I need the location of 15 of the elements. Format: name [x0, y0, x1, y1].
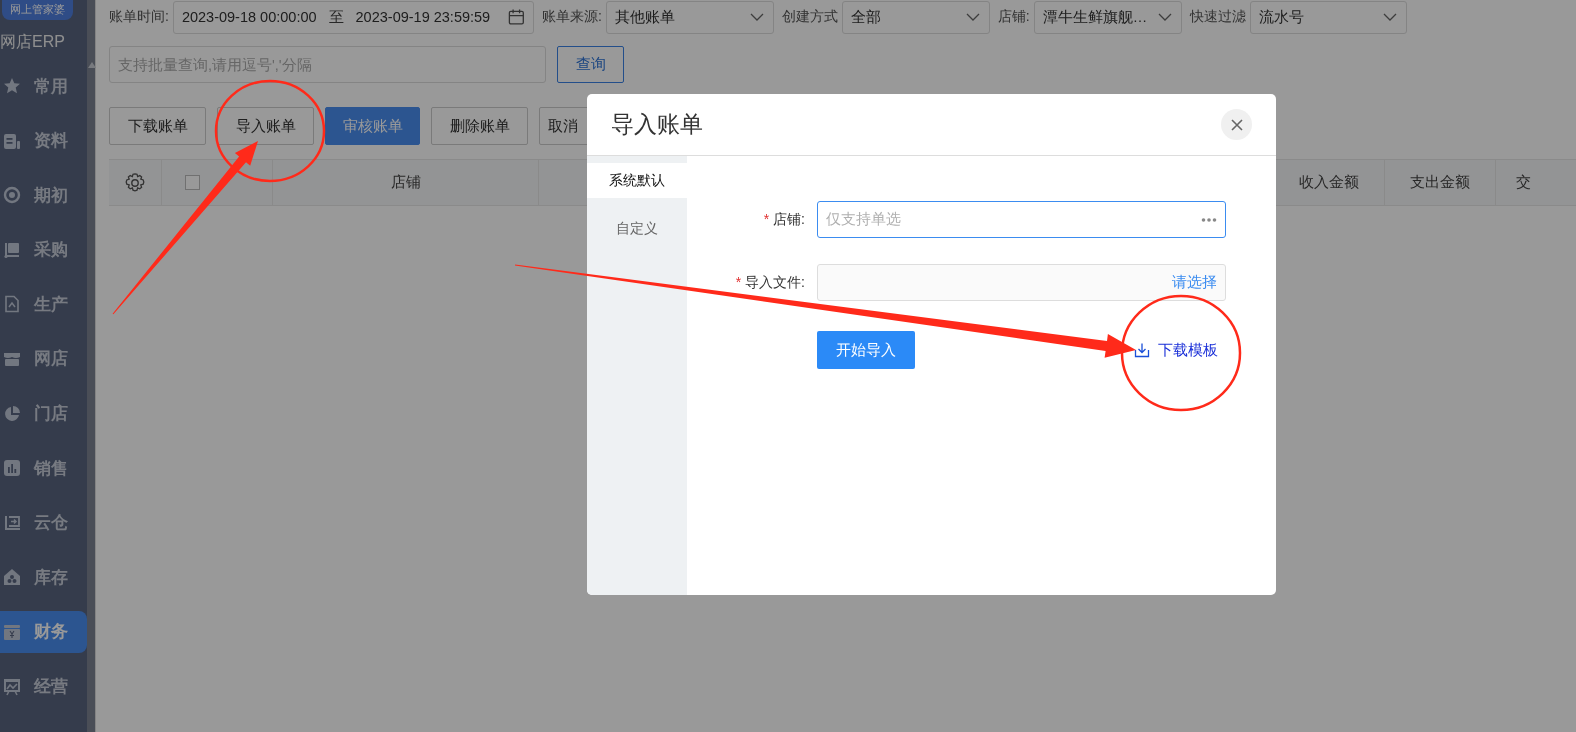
- field-label: 导入文件:: [745, 273, 805, 290]
- filter-label: 账单时间:: [109, 8, 169, 26]
- field-label: 店铺:: [773, 210, 805, 227]
- start-date: 2023-09-18 00:00:00: [181, 9, 317, 25]
- end-date: 2023-09-19 23:59:59: [355, 9, 491, 25]
- brand-name: 网店ERP: [0, 32, 66, 52]
- range-separator: 至: [328, 7, 344, 27]
- logo-badge: 网上管家婆: [2, 0, 73, 20]
- required-mark: *: [735, 273, 742, 290]
- required-mark: *: [763, 210, 770, 227]
- dialog-title: 导入账单: [611, 110, 703, 139]
- filter-label: 创建方式: [781, 8, 838, 26]
- filter-label: 账单来源:: [541, 8, 602, 26]
- filter-label: 店铺:: [997, 8, 1030, 26]
- filter-label: 快速过滤: [1189, 8, 1246, 26]
